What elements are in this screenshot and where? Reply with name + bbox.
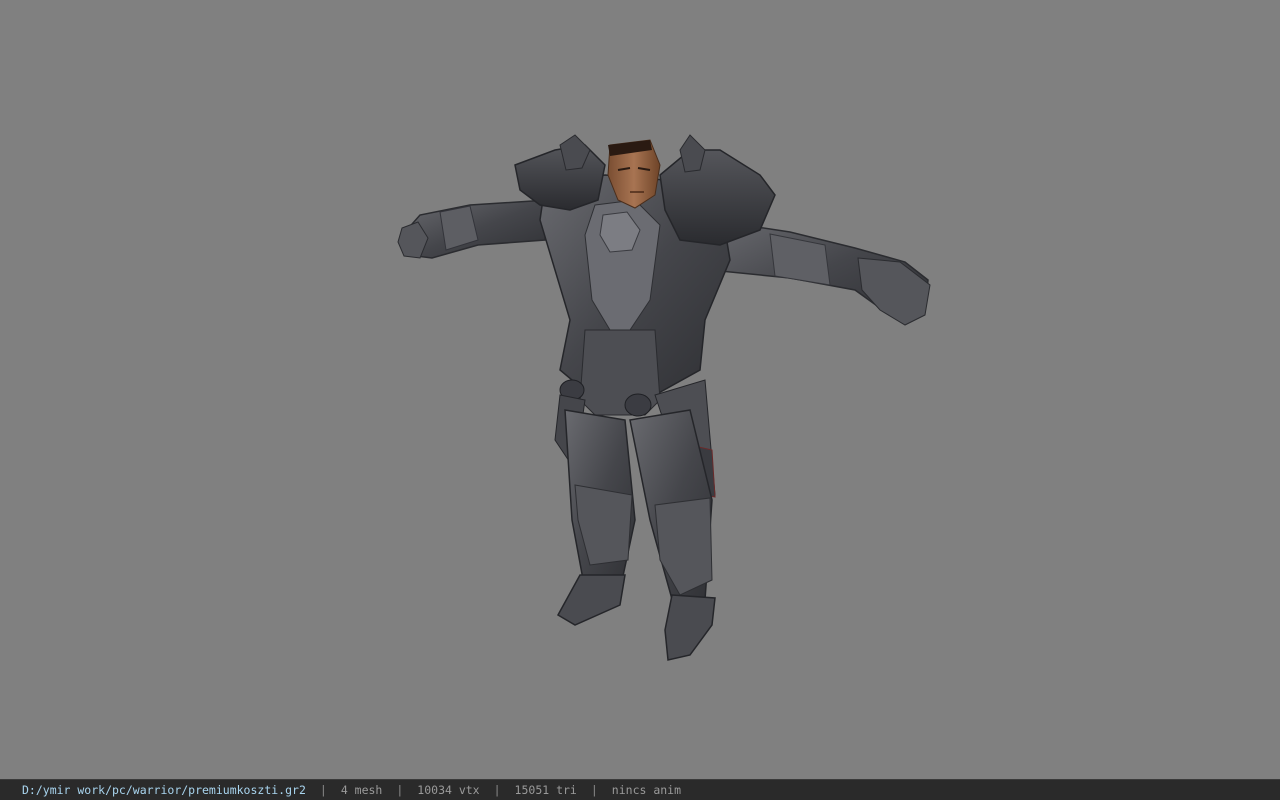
vertex-count-label: 10034 vtx — [417, 783, 480, 797]
separator: | — [493, 783, 501, 797]
animation-status-label: nincs anim — [611, 783, 682, 797]
character-model[interactable] — [0, 0, 1280, 779]
right-pauldron — [659, 134, 776, 246]
separator: | — [590, 783, 598, 797]
separator: | — [396, 783, 404, 797]
file-path-label: D:/ymir work/pc/warrior/premiumkoszti.gr… — [22, 783, 306, 797]
status-bar: D:/ymir work/pc/warrior/premiumkoszti.gr… — [0, 779, 1280, 800]
left-arm — [397, 199, 549, 259]
triangle-count-label: 15051 tri — [514, 783, 577, 797]
3d-viewport[interactable] — [0, 0, 1280, 779]
left-leg — [556, 409, 636, 626]
separator: | — [319, 783, 327, 797]
left-pauldron — [514, 134, 606, 211]
mesh-count-label: 4 mesh — [340, 783, 383, 797]
